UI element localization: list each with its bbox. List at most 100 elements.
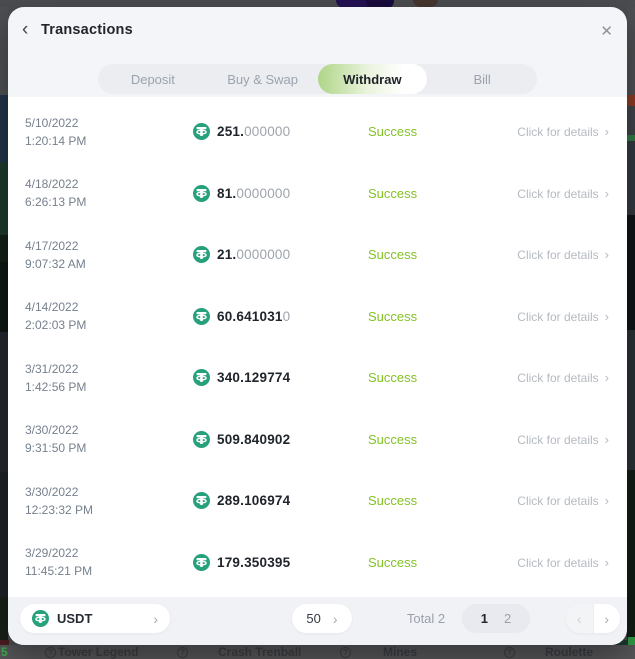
transaction-date: 3/30/2022 (25, 421, 193, 439)
chevron-right-icon: › (153, 611, 158, 627)
currency-selector[interactable]: USDT › (20, 604, 170, 633)
tab-bar: Deposit Buy & Swap Withdraw Bill (98, 64, 537, 94)
transaction-row[interactable]: 4/18/2022 6:26:13 PM 81.0000000 Succe (8, 163, 627, 225)
details-label: Click for details (517, 556, 598, 570)
transaction-amount: 289.106974 (193, 492, 368, 509)
page-size-value: 50 (306, 611, 320, 626)
amount-value: 289.106974 (217, 493, 290, 508)
amount-significant: 251. (217, 124, 244, 139)
details-link[interactable]: Click for details› (480, 370, 609, 385)
chevron-right-icon: › (605, 247, 609, 262)
amount-significant: 81. (217, 186, 236, 201)
details-link[interactable]: Click for details › (480, 432, 609, 447)
details-label: Click for details (517, 187, 598, 201)
status-badge: Success (368, 370, 480, 385)
transaction-datetime: 4/18/2022 6:26:13 PM (25, 175, 193, 211)
tether-icon (193, 431, 210, 448)
page-size-selector[interactable]: 50 › (292, 604, 352, 633)
background-game-item: ? Roulette (504, 645, 593, 659)
transaction-row[interactable]: 3/30/2022 9:31:50 PM 509.840902 Succe (8, 409, 627, 471)
backdrop-edge-text: 5 (1, 645, 8, 659)
pagination-nav: ‹ › (566, 604, 620, 633)
transaction-row[interactable]: 4/14/2022 2:02:03 PM 60.6410310 Succe (8, 286, 627, 348)
transaction-row[interactable]: 3/29/2022 11:45:21 PM 179.350395 Succ (8, 532, 627, 594)
transaction-date: 4/14/2022 (25, 298, 193, 316)
status-badge: Success (368, 247, 480, 262)
tether-icon (193, 123, 210, 140)
tab-label: Bill (473, 72, 490, 87)
transaction-datetime: 4/14/2022 2:02:03 PM (25, 298, 193, 334)
next-page-button[interactable]: › (594, 604, 621, 633)
status-badge: Success (368, 493, 480, 508)
chevron-right-icon: › (605, 186, 609, 201)
background-game-label: Crash Trenball (218, 645, 301, 659)
amount-trailing-zeros: 0000000 (236, 186, 290, 201)
transaction-amount: 179.350395 (193, 554, 368, 571)
amount-value: 60.6410310 (217, 309, 290, 324)
amount-value: 340.129774 (217, 370, 290, 385)
tab[interactable]: Bill (427, 64, 537, 94)
transaction-row[interactable]: 3/30/2022 12:23:32 PM 289.106974 Succ (8, 470, 627, 532)
close-icon[interactable]: ✕ (600, 22, 613, 40)
amount-significant: 289.106974 (217, 493, 290, 508)
amount-trailing-zeros: 0 (283, 309, 291, 324)
transaction-date: 4/18/2022 (25, 175, 193, 193)
amount-trailing-zeros: 0000000 (236, 247, 290, 262)
chevron-right-icon: › (333, 611, 338, 627)
transaction-date: 3/30/2022 (25, 483, 193, 501)
transaction-date: 4/17/2022 (25, 237, 193, 255)
details-link[interactable]: Click for details › (480, 186, 609, 201)
tab[interactable]: Withdraw (318, 64, 428, 94)
tether-icon (193, 246, 210, 263)
details-link[interactable]: Click for details› (480, 309, 609, 324)
back-icon[interactable]: ‹ (22, 19, 28, 41)
details-link[interactable]: Click for details› (480, 247, 609, 262)
prev-page-button[interactable]: ‹ (566, 604, 594, 633)
transaction-datetime: 3/31/2022 1:42:56 PM (25, 360, 193, 396)
chevron-right-icon: › (605, 432, 609, 447)
transaction-amount: 509.840902 (193, 431, 368, 448)
details-link[interactable]: Click for details› (480, 493, 609, 508)
tether-icon (193, 554, 210, 571)
currency-label: USDT (57, 611, 145, 626)
transaction-row[interactable]: 3/31/2022 1:42:56 PM 340.129774 Succe (8, 347, 627, 409)
details-link[interactable]: Click for details › (480, 124, 609, 139)
transaction-row[interactable]: 4/17/2022 9:07:32 AM 21.0000000 Succe (8, 224, 627, 286)
details-link[interactable]: Click for details› (480, 555, 609, 570)
status-badge: Success (368, 124, 480, 139)
pagination: 1 2 (462, 604, 530, 633)
background-game-item: ? Tower Legend (45, 645, 138, 659)
transaction-datetime: 4/17/2022 9:07:32 AM (25, 237, 193, 273)
question-icon: ? (340, 647, 351, 658)
chevron-right-icon: › (605, 124, 609, 139)
amount-significant: 340.129774 (217, 370, 290, 385)
transaction-row[interactable]: 5/10/2022 1:20:14 PM 251.000000 Succe (8, 101, 627, 163)
details-label: Click for details (517, 433, 598, 447)
details-label: Click for details (517, 494, 598, 508)
background-game-label: Tower Legend (58, 645, 138, 659)
tab[interactable]: Buy & Swap (208, 64, 318, 94)
status-badge: Success (368, 186, 480, 201)
transaction-time: 2:02:03 PM (25, 316, 193, 334)
tether-icon (193, 185, 210, 202)
transaction-time: 12:23:32 PM (25, 501, 193, 519)
amount-significant: 509.840902 (217, 432, 290, 447)
tether-icon (32, 610, 49, 627)
transaction-datetime: 5/10/2022 1:20:14 PM (25, 114, 193, 150)
amount-significant: 21. (217, 247, 236, 262)
tether-icon (193, 369, 210, 386)
transaction-list: 5/10/2022 1:20:14 PM 251.000000 Succe (8, 97, 627, 597)
total-count: Total 2 (396, 611, 456, 626)
transaction-date: 3/29/2022 (25, 544, 193, 562)
transaction-amount: 60.6410310 (193, 308, 368, 325)
status-badge: Success (368, 309, 480, 324)
details-label: Click for details (517, 125, 598, 139)
transaction-time: 1:20:14 PM (25, 132, 193, 150)
amount-value: 179.350395 (217, 555, 290, 570)
transaction-amount: 251.000000 (193, 123, 368, 140)
page-number[interactable]: 2 (504, 611, 511, 626)
tab[interactable]: Deposit (98, 64, 208, 94)
page-number[interactable]: 1 (481, 611, 488, 626)
question-icon: ? (504, 647, 515, 658)
transaction-time: 6:26:13 PM (25, 193, 193, 211)
